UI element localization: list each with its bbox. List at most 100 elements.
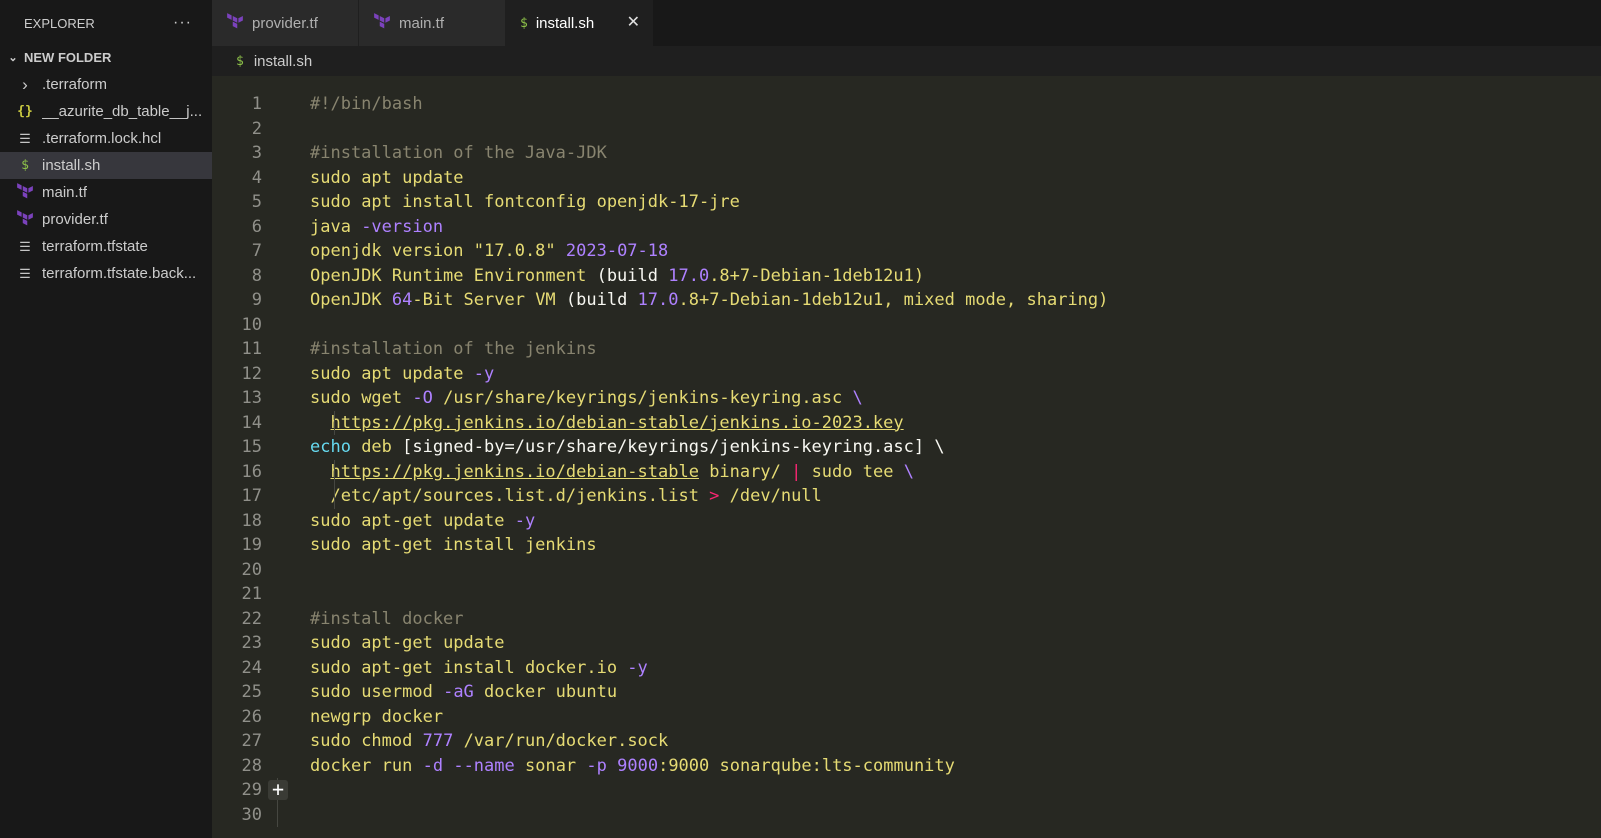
line-code: sudo chmod 777 /var/run/docker.sock (310, 729, 668, 753)
code-line: 18 sudo apt-get update -y (212, 509, 536, 533)
app-window: EXPLORER ··· ⌄ NEW FOLDER › .terraform {} _… (0, 0, 1601, 838)
tab-label: main.tf (399, 14, 445, 32)
token: #installation of the Java-JDK (310, 143, 607, 163)
dollar-icon: $ (520, 15, 528, 31)
token: sudo (310, 633, 362, 653)
line-number: 16 (241, 461, 262, 482)
line-number: 25 (241, 682, 262, 702)
token: docker (381, 706, 444, 727)
tab-icon (226, 12, 244, 34)
tree-item[interactable]: main.tf (0, 179, 212, 206)
terraform-icon (16, 209, 34, 230)
token: sudo (310, 535, 362, 555)
line-number: 11 (241, 339, 262, 359)
line-number: 26 (241, 706, 262, 727)
token: | (791, 461, 812, 482)
line-number: 29 (241, 780, 262, 800)
line-number: 22 (241, 608, 262, 629)
token: \ (903, 461, 914, 482)
token: -aG (443, 682, 485, 702)
token: -d (422, 755, 454, 776)
token: apt-get install docker.io (361, 657, 628, 678)
tree-item[interactable]: provider.tf (0, 206, 212, 233)
tab-main-tf[interactable]: main.tf (359, 0, 506, 46)
more-actions-icon[interactable]: ··· (173, 14, 192, 32)
token: sudo (310, 657, 362, 678)
tree-item[interactable]: ☰ .terraform.lock.hcl (0, 125, 212, 152)
token: wget (361, 388, 413, 408)
code-line: 17 /etc/apt/sources.list.d/jenkins.list … (212, 484, 822, 508)
line-number: 13 (241, 388, 262, 408)
chevron-down-icon: ⌄ (8, 52, 18, 64)
lines-icon: ☰ (19, 238, 31, 254)
chevron-right-icon: › (22, 74, 28, 94)
dollar-icon: $ (236, 53, 244, 69)
line-code: OpenJDK 64-Bit Server VM (build 17.0.8+7… (310, 288, 1108, 312)
line-number: 28 (241, 755, 262, 776)
tree-item-label: provider.tf (42, 211, 108, 228)
folder-header[interactable]: ⌄ NEW FOLDER (0, 44, 212, 71)
code-line: 23 sudo apt-get update (212, 631, 505, 655)
token: :9000 sonarqube:lts-community (658, 755, 955, 776)
code-line: 13 sudo wget -O /usr/share/keyrings/jenki… (212, 386, 863, 410)
code-line: 14 https://pkg.jenkins.io/debian-stable/… (212, 411, 904, 435)
line-code: /etc/apt/sources.list.d/jenkins.list > /… (310, 484, 821, 508)
tree-item[interactable]: {} __azurite_db_table__j... (0, 98, 212, 125)
token: 17.0 (668, 265, 710, 286)
token: java (310, 216, 362, 237)
breadcrumb-file[interactable]: install.sh (254, 53, 312, 70)
token: openjdk version (310, 241, 474, 261)
tree-item[interactable]: ☰ terraform.tfstate (0, 233, 212, 260)
code-line: 30 (212, 803, 262, 827)
tree-item-label: .terraform (42, 76, 108, 93)
token: (build (596, 265, 669, 286)
line-number: 30 (241, 804, 262, 825)
token: /etc/apt/sources.list.d/jenkins.list (310, 486, 710, 506)
line-number: 2 (251, 118, 262, 139)
code-line: 8 OpenJDK Runtime Environment (build 17.0… (212, 264, 924, 288)
tree-item-icon: ☰ (14, 239, 36, 255)
code-line: 4 sudo apt update (212, 166, 464, 190)
token: apt-get update (361, 633, 505, 653)
tree-item[interactable]: ☰ terraform.tfstate.back... (0, 260, 212, 287)
line-number: 12 (241, 363, 262, 384)
tab-provider-tf[interactable]: provider.tf (212, 0, 359, 46)
terraform-icon (226, 12, 244, 34)
explorer-title: EXPLORER (24, 15, 95, 31)
code-line: 21 (212, 582, 262, 606)
code-editor[interactable]: 1 #!/bin/bash 2 3 #installation of the Java-… (212, 76, 1601, 838)
tree-item-icon: ☰ (14, 266, 36, 282)
code-line: 16 https://pkg.jenkins.io/debian-stable … (212, 460, 914, 484)
line-number: 21 (241, 584, 262, 604)
token[interactable]: https://pkg.jenkins.io/debian-stable/jen… (330, 413, 903, 433)
line-code: openjdk version "17.0.8" 2023-07-18 (310, 239, 668, 263)
code-line: 1 #!/bin/bash (212, 92, 423, 116)
line-code: sudo apt update -y (310, 362, 494, 386)
terraform-icon (16, 182, 34, 203)
file-tree: › .terraform {} __azurite_db_table__j... ☰ .t… (0, 71, 212, 287)
token: usermod (361, 682, 444, 702)
code-line: 24 sudo apt-get install docker.io -y (212, 656, 648, 680)
line-number: 14 (241, 412, 262, 433)
token: sudo (310, 192, 362, 212)
line-code: sudo apt update (310, 166, 464, 190)
token[interactable]: https://pkg.jenkins.io/debian-stable (330, 462, 698, 482)
token: OpenJDK Runtime Environment (310, 265, 597, 286)
token: -y (473, 363, 495, 384)
tree-item-icon: ☰ (14, 131, 36, 147)
line-code: OpenJDK Runtime Environment (build 17.0.… (310, 264, 924, 288)
line-code: docker run -d --name sonar -p 9000:9000 … (310, 754, 955, 778)
code-line: 3 #installation of the Java-JDK (212, 141, 607, 165)
tree-item[interactable]: › .terraform (0, 71, 212, 98)
tab-install-sh[interactable]: $ install.sh ✕ (506, 0, 653, 46)
tree-item[interactable]: $ install.sh (0, 152, 212, 179)
token: apt update (361, 167, 464, 188)
token: -p (586, 755, 618, 776)
token: -version (361, 216, 444, 237)
line-number: 7 (251, 241, 262, 261)
add-comment-icon[interactable]: + (268, 779, 288, 800)
token: sudo (310, 388, 362, 408)
close-tab-icon[interactable]: ✕ (627, 12, 640, 32)
line-code: #!/bin/bash (310, 92, 423, 116)
